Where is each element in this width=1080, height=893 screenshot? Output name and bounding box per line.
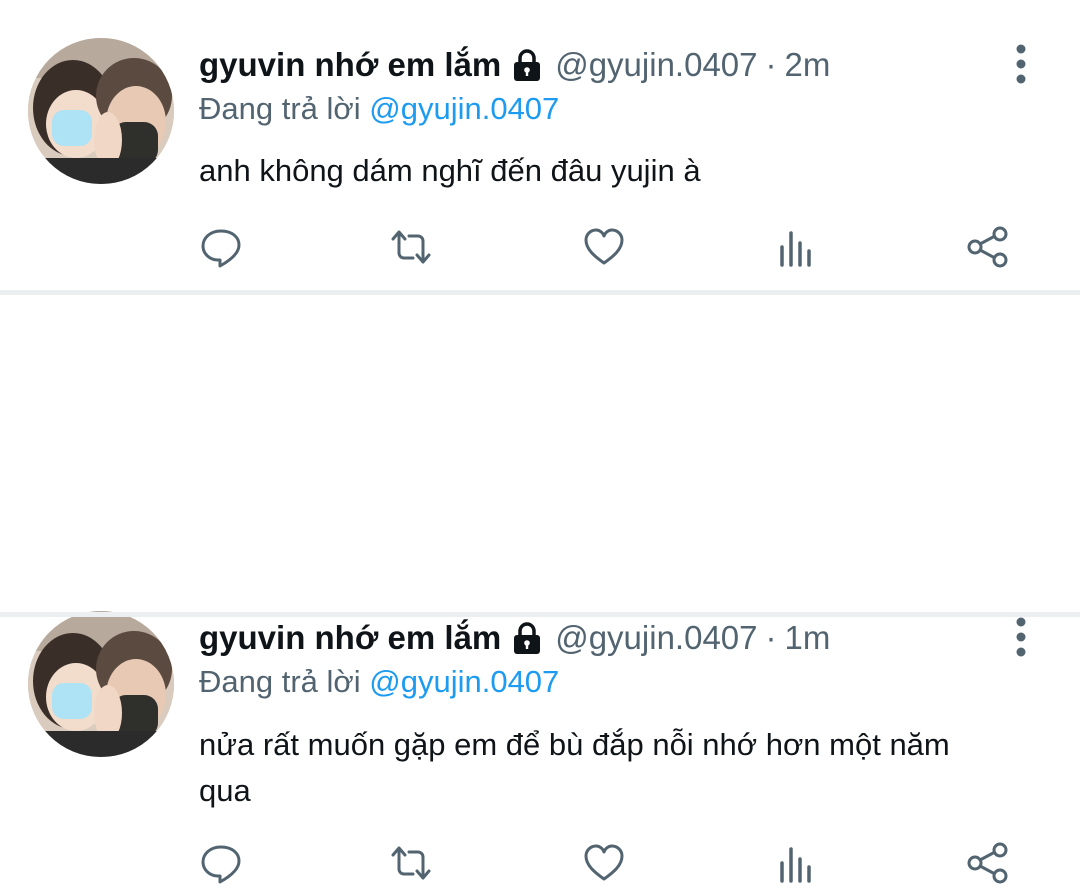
separator-dot: · xyxy=(765,46,777,83)
comment-icon[interactable] xyxy=(199,841,243,885)
tweet[interactable]: gyuvin nhớ em lắm @gyujin.0407 · 2m Đang… xyxy=(0,0,1080,290)
lock-icon xyxy=(511,48,543,82)
reply-mention-link[interactable]: @gyujin.0407 xyxy=(369,664,559,699)
retweet-icon[interactable] xyxy=(389,841,433,885)
comment-icon[interactable] xyxy=(199,225,243,269)
timestamp[interactable]: 1m xyxy=(785,619,831,657)
heart-icon[interactable] xyxy=(582,225,626,269)
tweet-actions xyxy=(0,217,1080,277)
share-icon[interactable] xyxy=(966,225,1010,269)
user-handle[interactable]: @gyujin.0407 xyxy=(555,619,757,657)
analytics-icon[interactable] xyxy=(774,841,818,885)
replying-to-label: Đang trả lời xyxy=(199,91,361,126)
more-vertical-icon[interactable] xyxy=(1005,42,1037,86)
tweet-divider xyxy=(0,612,1080,617)
replying-to: Đang trả lời @gyujin.0407 xyxy=(199,664,559,700)
heart-icon[interactable] xyxy=(582,841,626,885)
retweet-icon[interactable] xyxy=(389,225,433,269)
replying-to-label: Đang trả lời xyxy=(199,664,361,699)
tweet-text: nửa rất muốn gặp em để bù đắp nỗi nhớ hơ… xyxy=(199,727,950,808)
display-name[interactable]: gyuvin nhớ em lắm xyxy=(199,46,501,84)
avatar[interactable] xyxy=(28,38,174,184)
share-icon[interactable] xyxy=(966,841,1010,885)
timestamp[interactable]: 2m xyxy=(785,46,831,84)
more-vertical-icon[interactable] xyxy=(1005,615,1037,659)
reply-mention-link[interactable]: @gyujin.0407 xyxy=(369,91,559,126)
tweet-text: anh không dám nghĩ đến đâu yujin à xyxy=(199,153,701,188)
display-name[interactable]: gyuvin nhớ em lắm xyxy=(199,619,501,657)
lock-icon xyxy=(511,621,543,655)
avatar[interactable] xyxy=(28,611,174,757)
user-handle[interactable]: @gyujin.0407 xyxy=(555,46,757,84)
analytics-icon[interactable] xyxy=(774,225,818,269)
tweet-header: gyuvin nhớ em lắm @gyujin.0407 · 2m xyxy=(199,43,830,87)
replying-to: Đang trả lời @gyujin.0407 xyxy=(199,91,559,127)
separator-dot: · xyxy=(765,619,777,656)
tweet[interactable]: gyuvin nhớ em lắm @gyujin.0407 · 1m Đang… xyxy=(0,295,1080,884)
tweet-actions xyxy=(0,833,1080,893)
tweet-header: gyuvin nhớ em lắm @gyujin.0407 · 1m xyxy=(199,616,830,660)
